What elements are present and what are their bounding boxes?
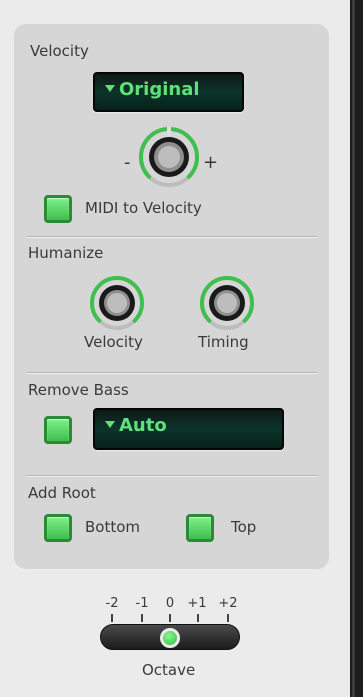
octave-tick <box>111 614 113 622</box>
octave-tick <box>197 614 199 622</box>
octave-tick-label: +1 <box>187 596 207 611</box>
section-divider <box>27 236 317 238</box>
octave-tick <box>141 614 143 622</box>
humanize-section-title: Humanize <box>28 244 104 262</box>
humanize-timing-knob[interactable] <box>196 272 258 334</box>
remove-bass-value: Auto <box>119 415 167 436</box>
octave-tick <box>227 614 229 622</box>
right-edge-border <box>350 0 363 697</box>
add-root-bottom-checkbox[interactable] <box>44 514 72 542</box>
velocity-mode-dropdown[interactable]: Original <box>93 72 244 112</box>
octave-tick-label: -2 <box>105 596 119 611</box>
octave-tick-label: 0 <box>165 596 175 611</box>
add-root-section-title: Add Root <box>28 484 96 502</box>
velocity-section-title: Velocity <box>30 42 89 60</box>
velocity-knob-plus: + <box>203 152 219 173</box>
velocity-knob[interactable] <box>134 122 204 192</box>
midi-to-velocity-checkbox[interactable] <box>44 195 72 223</box>
humanize-timing-label: Timing <box>198 333 249 351</box>
add-root-bottom-label: Bottom <box>85 518 141 536</box>
add-root-top-label: Top <box>231 518 257 536</box>
octave-slider-thumb[interactable] <box>160 628 180 648</box>
remove-bass-checkbox[interactable] <box>44 416 72 444</box>
velocity-mode-value: Original <box>119 79 200 100</box>
octave-tick <box>169 614 171 622</box>
remove-bass-section-title: Remove Bass <box>28 381 129 399</box>
remove-bass-dropdown[interactable]: Auto <box>93 408 284 450</box>
octave-label: Octave <box>142 661 196 679</box>
humanize-velocity-knob[interactable] <box>86 272 148 334</box>
add-root-top-checkbox[interactable] <box>186 514 214 542</box>
octave-tick-label: +2 <box>218 596 238 611</box>
octave-tick-label: -1 <box>135 596 149 611</box>
section-divider <box>27 475 317 477</box>
right-edge-line <box>352 0 355 697</box>
dropdown-arrow-icon <box>105 85 115 92</box>
dropdown-arrow-icon <box>105 421 115 428</box>
section-divider <box>27 372 317 374</box>
velocity-knob-minus: - <box>124 152 131 173</box>
midi-to-velocity-label: MIDI to Velocity <box>85 199 202 217</box>
humanize-velocity-label: Velocity <box>84 333 143 351</box>
